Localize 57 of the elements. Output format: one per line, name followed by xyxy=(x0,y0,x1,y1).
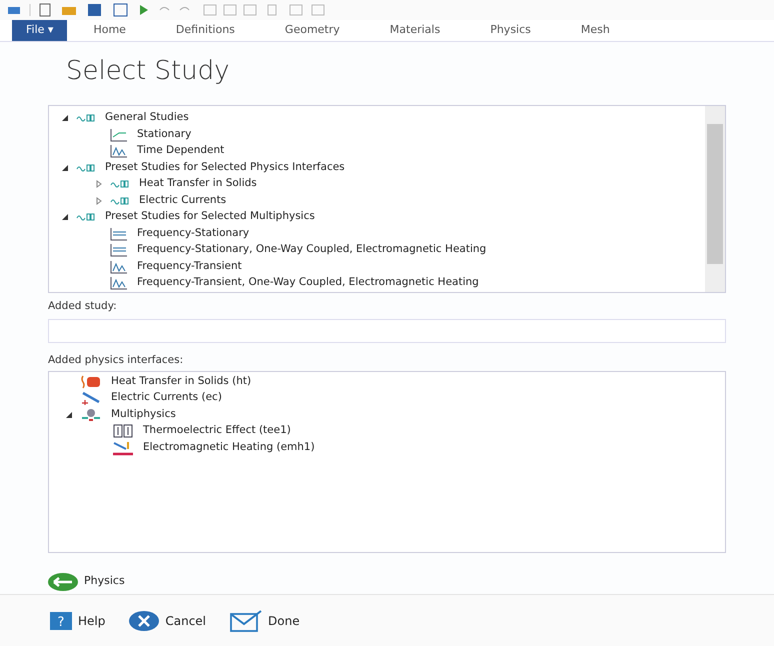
added-study-field[interactable] xyxy=(48,318,726,343)
added-study-label: Added study: xyxy=(48,299,118,314)
time-dependent-study-icon xyxy=(110,276,128,290)
electric-currents-icon xyxy=(80,391,102,406)
ribbon-tab[interactable]: Definitions xyxy=(152,20,259,41)
frequency-study-icon xyxy=(110,226,128,241)
tree-item[interactable]: Frequency-Transient, One-Way Coupled, Electromagnetic Heating xyxy=(133,275,479,292)
ribbon-tab[interactable]: Materials xyxy=(366,20,464,41)
tree-item[interactable]: Heat Transfer in Solids xyxy=(135,176,257,192)
done-icon xyxy=(230,610,262,632)
dialog-button[interactable]: Cancel xyxy=(129,610,216,630)
study-icon xyxy=(110,196,130,206)
tree-item[interactable]: Electric Currents xyxy=(135,192,226,209)
tree-item[interactable]: Frequency-Stationary xyxy=(133,226,250,242)
cancel-icon xyxy=(129,610,160,630)
scrollbar[interactable] xyxy=(705,106,725,292)
collapse-arrow-icon[interactable] xyxy=(65,410,73,419)
tree-item[interactable]: Heat Transfer in Solids (ht) xyxy=(107,374,252,390)
tree-item[interactable]: Preset Studies for Selected Physics Interfaces xyxy=(101,160,345,176)
study-icon xyxy=(76,162,96,173)
added-physics-label: Added physics interfaces: xyxy=(48,352,184,368)
tree-item[interactable]: Electric Currents (ec) xyxy=(107,390,222,406)
tree-item[interactable]: Electromagnetic Heating (emh1) xyxy=(139,440,315,456)
help-icon: ? xyxy=(50,612,72,630)
dialog-button[interactable]: ? Help xyxy=(50,612,116,630)
tree-item[interactable]: General Studies xyxy=(101,110,189,126)
tree-item[interactable]: Preset Studies for Selected Multiphysics xyxy=(101,209,315,226)
study-icon xyxy=(76,212,96,222)
heat-transfer-icon xyxy=(80,374,102,389)
expand-arrow-icon[interactable] xyxy=(95,180,103,188)
multiphysics-icon xyxy=(80,408,102,422)
electromagnetic-heating-icon xyxy=(112,440,134,456)
ribbon-tab[interactable]: Home xyxy=(69,20,150,41)
collapse-arrow-icon[interactable] xyxy=(61,164,69,172)
tree-item[interactable]: Thermoelectric Effect (tee1) xyxy=(139,423,291,440)
tree-item[interactable]: Frequency-Stationary, One-Way Coupled, Electromagnetic Heating xyxy=(133,242,486,258)
tree-item[interactable]: Frequency-Transient xyxy=(133,258,242,275)
dialog-button[interactable]: Done xyxy=(230,610,310,632)
time-dependent-study-icon xyxy=(110,144,128,158)
ribbon-tab[interactable]: Physics xyxy=(466,20,555,41)
page-title: Select Study xyxy=(66,55,231,88)
ribbon-tab[interactable]: Mesh xyxy=(556,20,634,41)
tree-item[interactable]: Time Dependent xyxy=(133,143,224,160)
tree-item[interactable]: Stationary xyxy=(133,126,192,143)
stationary-study-icon xyxy=(110,128,128,142)
collapse-arrow-icon[interactable] xyxy=(61,114,69,122)
ribbon-tab[interactable]: Geometry xyxy=(260,20,364,41)
tree-item[interactable]: Multiphysics xyxy=(107,406,176,423)
study-icon xyxy=(110,179,130,190)
frequency-study-icon xyxy=(110,243,128,258)
study-icon xyxy=(76,113,96,124)
collapse-arrow-icon[interactable] xyxy=(61,213,69,222)
thermoelectric-icon xyxy=(112,424,134,438)
expand-arrow-icon[interactable] xyxy=(95,196,103,205)
ribbon-tab[interactable]: File ▾ xyxy=(12,20,68,41)
time-dependent-study-icon xyxy=(110,260,128,274)
back-button[interactable]: Physics xyxy=(48,572,125,590)
